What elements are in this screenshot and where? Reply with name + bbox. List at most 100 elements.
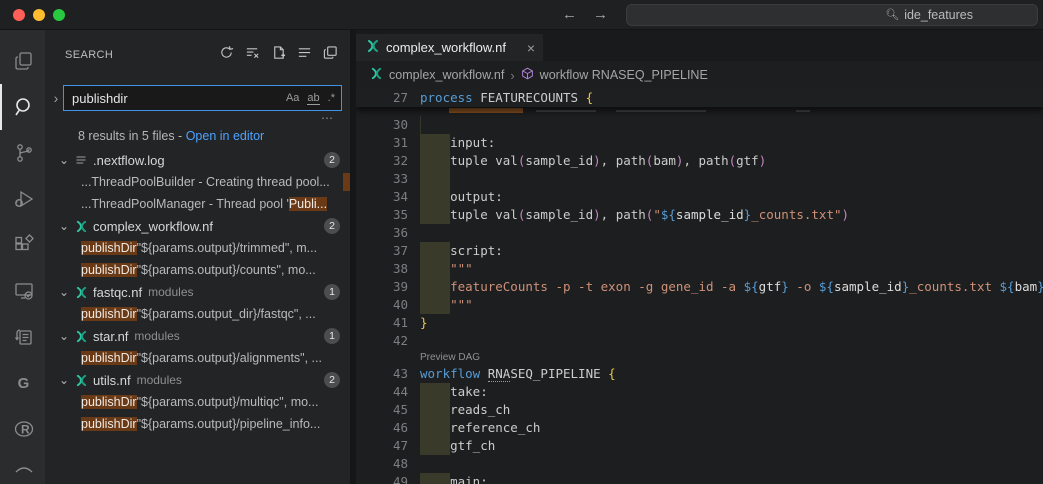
- line-number: 42: [356, 332, 408, 350]
- code-line[interactable]: 39 featureCounts -p -t exon -g gene_id -…: [356, 278, 1043, 296]
- search-result-match-row[interactable]: publishDir "${params.output}/pipeline_in…: [45, 413, 350, 435]
- close-window-icon[interactable]: [13, 9, 25, 21]
- code-line[interactable]: 41}: [356, 314, 1043, 332]
- search-result-file-row[interactable]: ⌄.nextflow.log2: [45, 149, 350, 171]
- line-number: 30: [356, 116, 408, 134]
- code-token: ): [593, 153, 601, 168]
- match-highlight: Publi...: [289, 197, 327, 211]
- code-line[interactable]: 33: [356, 170, 1043, 188]
- code-line[interactable]: 46 reference_ch: [356, 419, 1043, 437]
- open-new-search-editor-icon[interactable]: [271, 45, 286, 65]
- notebook-renderer-icon[interactable]: [0, 314, 45, 360]
- chevron-down-icon[interactable]: ⌄: [59, 153, 75, 167]
- chevron-down-icon[interactable]: ⌄: [59, 219, 75, 233]
- minimize-window-icon[interactable]: [33, 9, 45, 21]
- source-control-icon[interactable]: [0, 130, 45, 176]
- regex-toggle[interactable]: .*: [328, 92, 335, 104]
- code-token: output:: [420, 189, 503, 204]
- search-result-file-row[interactable]: ⌄complex_workflow.nf2: [45, 215, 350, 237]
- breadcrumb-file[interactable]: complex_workflow.nf: [389, 68, 504, 82]
- code-line[interactable]: 45 reads_ch: [356, 401, 1043, 419]
- extensions-icon[interactable]: [0, 222, 45, 268]
- code-token: ": [653, 207, 661, 222]
- line-number: 37: [356, 242, 408, 260]
- toggle-replace-chevron-icon[interactable]: ›: [49, 90, 63, 106]
- code-token: reads_ch: [420, 402, 510, 417]
- line-number: 32: [356, 152, 408, 170]
- code-token: ): [593, 207, 601, 222]
- code-line[interactable]: 38 """: [356, 260, 1043, 278]
- file-name: star.nf: [93, 329, 128, 344]
- match-highlight-clipped: [343, 173, 350, 191]
- whole-word-toggle[interactable]: ab: [307, 92, 319, 105]
- history-nav: ← →: [562, 6, 608, 23]
- open-in-editor-link[interactable]: Open in editor: [186, 129, 265, 143]
- code-line[interactable]: 36: [356, 224, 1043, 242]
- run-debug-icon[interactable]: [0, 176, 45, 222]
- tab-complex-workflow[interactable]: complex_workflow.nf ×: [356, 34, 543, 61]
- explorer-icon[interactable]: [0, 38, 45, 84]
- collapse-all-icon[interactable]: [297, 45, 312, 65]
- view-as-tree-icon[interactable]: [323, 45, 338, 65]
- command-center-search[interactable]: 🔍︎ ide_features: [626, 4, 1038, 26]
- code-line[interactable]: 27process FEATURECOUNTS {: [356, 89, 593, 107]
- remote-explorer-icon[interactable]: [0, 268, 45, 314]
- maximize-window-icon[interactable]: [53, 9, 65, 21]
- search-icon[interactable]: [0, 84, 45, 130]
- code-line[interactable]: 48: [356, 455, 1043, 473]
- search-result-match-row[interactable]: publishDir "${params.output}/trimmed", m…: [45, 237, 350, 259]
- chevron-down-icon[interactable]: ⌄: [59, 373, 75, 387]
- search-result-match-row[interactable]: publishDir "${params.output}/alignments"…: [45, 347, 350, 369]
- match-case-toggle[interactable]: Aa: [286, 92, 299, 104]
- indent-highlight-band: [420, 170, 450, 188]
- toggle-search-details[interactable]: ⋯: [45, 111, 350, 126]
- chevron-down-icon[interactable]: ⌄: [59, 285, 75, 299]
- code-line[interactable]: 47 gtf_ch: [356, 437, 1043, 455]
- clear-search-results-icon[interactable]: [245, 45, 260, 65]
- code-line[interactable]: 44 take:: [356, 383, 1043, 401]
- code-line[interactable]: 31 input:: [356, 134, 1043, 152]
- editor-group: complex_workflow.nf × complex_workflow.n…: [356, 30, 1043, 484]
- code-line[interactable]: 49 main:: [356, 473, 1043, 484]
- code-line[interactable]: 43workflow RNASEQ_PIPELINE {: [356, 365, 1043, 383]
- search-result-file-row[interactable]: ⌄fastqc.nfmodules1: [45, 281, 350, 303]
- forward-arrow-icon[interactable]: →: [593, 6, 608, 23]
- code-text: """: [408, 260, 473, 278]
- sticky-scroll-line[interactable]: 27process FEATURECOUNTS {: [356, 89, 1043, 107]
- nextflow-icon: [75, 286, 93, 299]
- nextflow-icon: [75, 374, 93, 387]
- code-line[interactable]: 40 """: [356, 296, 1043, 314]
- code-line[interactable]: 34 output:: [356, 188, 1043, 206]
- code-line[interactable]: 42: [356, 332, 1043, 350]
- code-editor[interactable]: 27process FEATURECOUNTS { 3031 input:32 …: [356, 89, 1043, 484]
- code-token: workflow: [420, 366, 480, 381]
- nextflow-icon: [75, 220, 93, 233]
- search-result-match-row[interactable]: ...ThreadPoolManager - Thread pool 'Publ…: [45, 193, 350, 215]
- codelens-preview-dag[interactable]: Preview DAG: [356, 350, 1043, 365]
- search-result-match-row[interactable]: ...ThreadPoolBuilder - Creating thread p…: [45, 171, 350, 193]
- search-result-match-row[interactable]: publishDir "${params.output}/counts", mo…: [45, 259, 350, 281]
- partial-bottom-icon[interactable]: [0, 452, 45, 476]
- line-number: 27: [356, 89, 408, 107]
- code-text: [408, 332, 420, 350]
- search-input[interactable]: [72, 91, 286, 106]
- chevron-down-icon[interactable]: ⌄: [59, 329, 75, 343]
- code-line[interactable]: 35 tuple val(sample_id), path("${sample_…: [356, 206, 1043, 224]
- refresh-icon[interactable]: [219, 45, 234, 65]
- close-tab-icon[interactable]: ×: [527, 40, 535, 56]
- line-number: 44: [356, 383, 408, 401]
- code-line[interactable]: 32 tuple val(sample_id), path(bam), path…: [356, 152, 1043, 170]
- code-token: tuple val: [420, 153, 518, 168]
- search-result-match-row[interactable]: publishDir "${params.output}/multiqc", m…: [45, 391, 350, 413]
- g-logo-icon[interactable]: G: [0, 360, 45, 406]
- search-result-match-row[interactable]: publishDir "${params.output_dir}/fastqc"…: [45, 303, 350, 325]
- match-count-badge: 2: [324, 372, 340, 388]
- code-line[interactable]: 37 script:: [356, 242, 1043, 260]
- search-result-file-row[interactable]: ⌄star.nfmodules1: [45, 325, 350, 347]
- search-result-file-row[interactable]: ⌄utils.nfmodules2: [45, 369, 350, 391]
- r-logo-icon[interactable]: R: [0, 406, 45, 452]
- code-token: -o: [789, 279, 819, 294]
- breadcrumb-symbol[interactable]: workflow RNASEQ_PIPELINE: [540, 68, 708, 82]
- back-arrow-icon[interactable]: ←: [562, 6, 577, 23]
- code-line[interactable]: 30: [356, 116, 1043, 134]
